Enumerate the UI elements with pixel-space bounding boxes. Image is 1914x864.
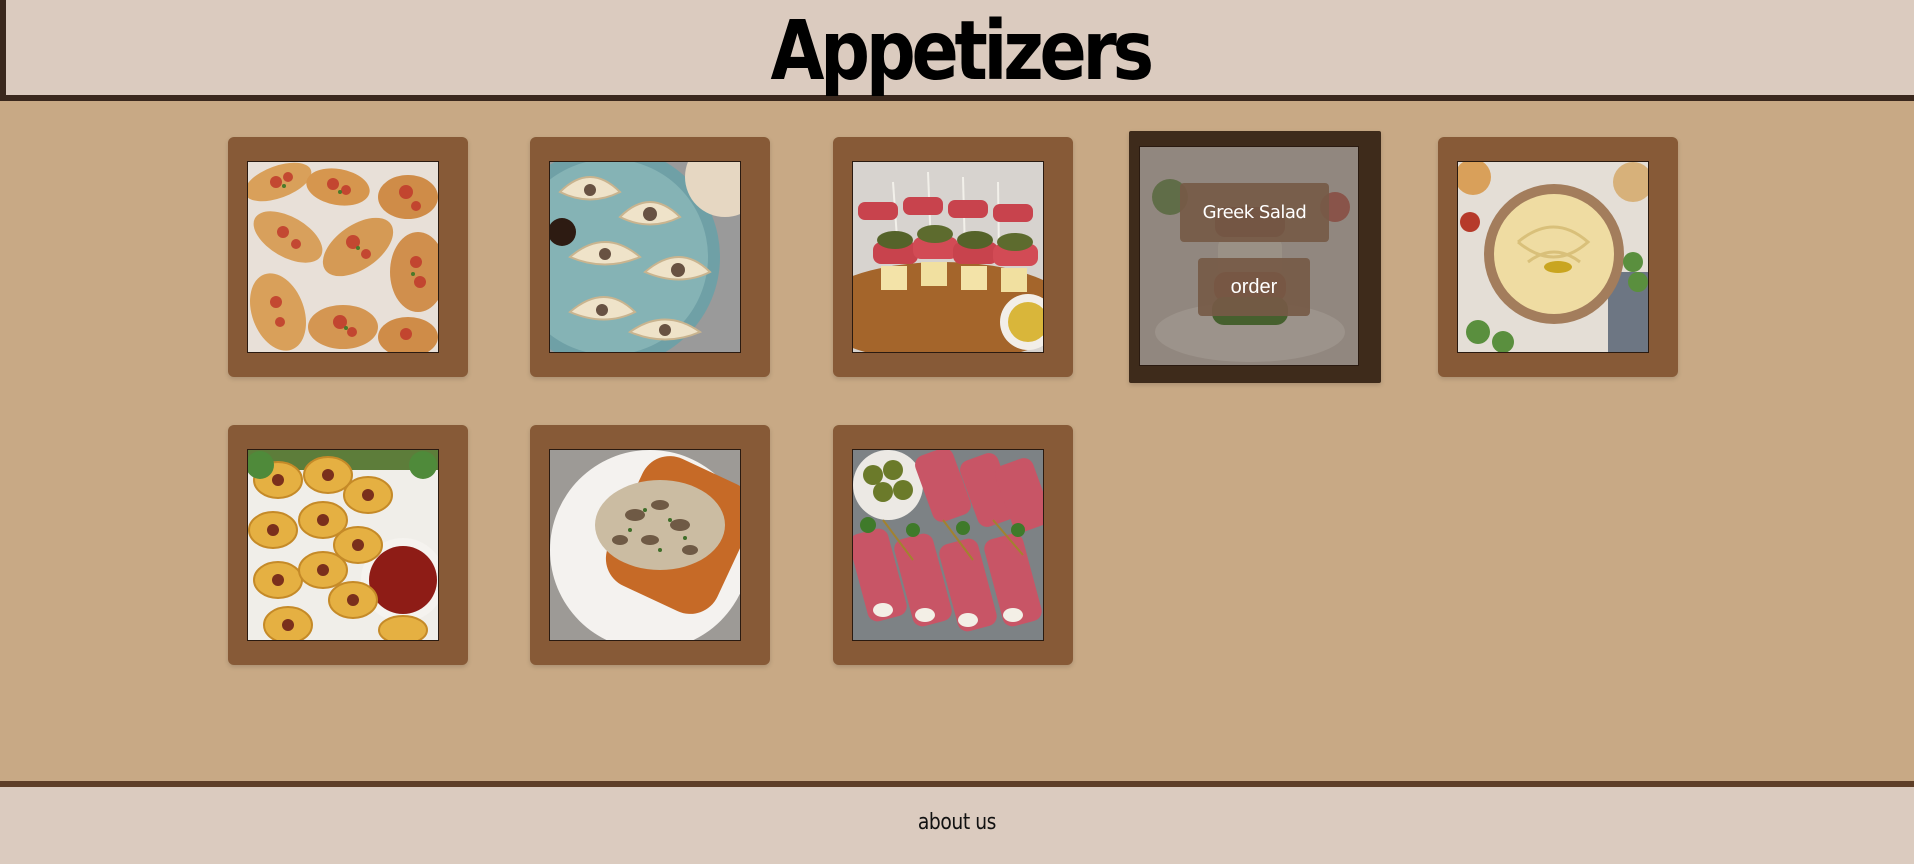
order-button[interactable]: order: [1198, 258, 1310, 316]
menu-card-salami-rolls[interactable]: [833, 425, 1073, 665]
card-title-badge: Greek Salad: [1180, 183, 1329, 242]
dumplings-image: [549, 161, 741, 353]
menu-card-dumplings[interactable]: [530, 137, 770, 377]
menu-card-greek-salad[interactable]: Greek Salad order: [1129, 131, 1381, 383]
card-hover-overlay: [1140, 147, 1358, 365]
menu-card-hummus[interactable]: [1438, 137, 1678, 377]
antipasto-skewers-image: [852, 161, 1044, 353]
menu-card-bruschetta[interactable]: [228, 137, 468, 377]
hummus-image: [1457, 161, 1649, 353]
about-us-link[interactable]: about us: [918, 810, 997, 835]
page-footer: about us: [0, 781, 1914, 864]
page-title: Appetizers: [770, 4, 1154, 99]
greek-salad-image: Greek Salad order: [1139, 146, 1359, 366]
mushroom-toast-image: [549, 449, 741, 641]
menu-card-pigs-in-blanket[interactable]: [228, 425, 468, 665]
salami-rolls-image: [852, 449, 1044, 641]
menu-card-antipasto-skewers[interactable]: [833, 137, 1073, 377]
pigs-in-blanket-image: [247, 449, 439, 641]
page-header: Appetizers: [0, 0, 1914, 101]
bruschetta-image: [247, 161, 439, 353]
menu-card-mushroom-toast[interactable]: [530, 425, 770, 665]
